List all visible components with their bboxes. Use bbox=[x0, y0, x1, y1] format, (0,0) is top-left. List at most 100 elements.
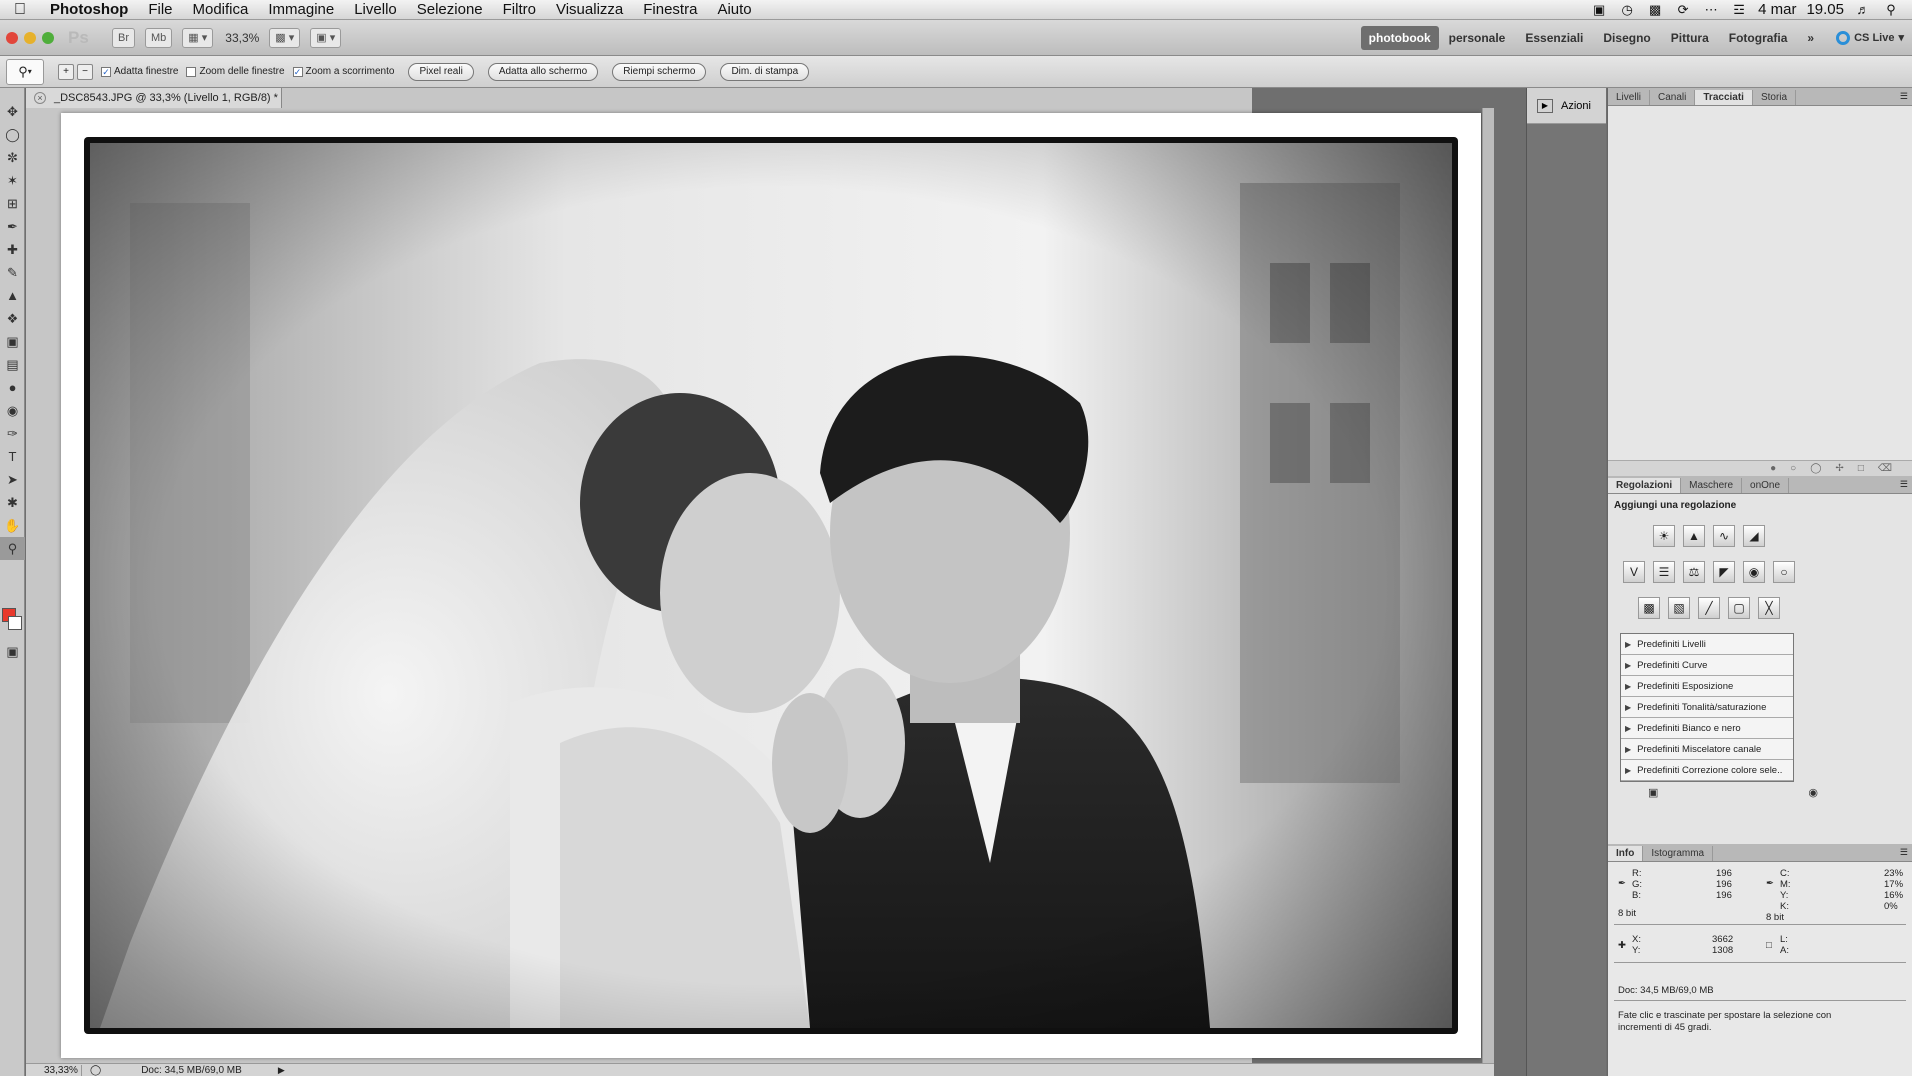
hue-saturation-icon[interactable]: ☰ bbox=[1653, 561, 1675, 583]
menu-modifica[interactable]: Modifica bbox=[183, 1, 259, 18]
trash-icon[interactable]: ⌫ bbox=[1878, 463, 1892, 474]
brightness-contrast-icon[interactable]: ☀ bbox=[1653, 525, 1675, 547]
gradient-tool-icon[interactable]: ▤ bbox=[0, 353, 25, 376]
tab-regolazioni[interactable]: Regolazioni bbox=[1608, 478, 1682, 493]
panel-menu-icon[interactable]: ☰ bbox=[1900, 847, 1908, 858]
posterize-icon[interactable]: ▧ bbox=[1668, 597, 1690, 619]
preset-correzione-colore[interactable]: ▶ Predefiniti Correzione colore sele.. bbox=[1621, 760, 1793, 781]
vertical-scrollbar[interactable] bbox=[1482, 108, 1494, 1063]
menu-aiuto[interactable]: Aiuto bbox=[707, 1, 761, 18]
preset-bianco-nero[interactable]: ▶ Predefiniti Bianco e nero bbox=[1621, 718, 1793, 739]
quick-mask-icon[interactable]: ▣ bbox=[0, 640, 25, 663]
levels-icon[interactable]: ▲ bbox=[1683, 525, 1705, 547]
brush-tool-icon[interactable]: ✎ bbox=[0, 261, 25, 284]
adatta-finestre-checkbox[interactable]: ✓ Adatta finestre bbox=[101, 66, 178, 77]
spotlight-icon[interactable]: ⚲ bbox=[1882, 2, 1900, 17]
zoom-window-button[interactable] bbox=[42, 31, 54, 44]
exposure-icon[interactable]: ◢ bbox=[1743, 525, 1765, 547]
apple-icon[interactable]:  bbox=[0, 1, 40, 19]
eyedropper-tool-icon[interactable]: ✒ bbox=[0, 215, 25, 238]
tab-maschere[interactable]: Maschere bbox=[1681, 478, 1743, 493]
menu-finestra[interactable]: Finestra bbox=[633, 1, 707, 18]
wifi-icon[interactable]: ☲ bbox=[1730, 2, 1748, 17]
time-machine-icon[interactable]: ◷ bbox=[1618, 2, 1636, 17]
eraser-tool-icon[interactable]: ▣ bbox=[0, 330, 25, 353]
menu-file[interactable]: File bbox=[138, 1, 182, 18]
channel-mixer-icon[interactable]: ○ bbox=[1773, 561, 1795, 583]
zoom-out-button[interactable]: − bbox=[77, 63, 93, 80]
workspace-personale[interactable]: personale bbox=[1439, 31, 1516, 45]
tab-istogramma[interactable]: Istogramma bbox=[1643, 846, 1714, 861]
photo-filter-icon[interactable]: ◉ bbox=[1743, 561, 1765, 583]
crop-tool-icon[interactable]: ⊞ bbox=[0, 192, 25, 215]
black-white-icon[interactable]: ◤ bbox=[1713, 561, 1735, 583]
tab-storia[interactable]: Storia bbox=[1753, 90, 1797, 105]
pixel-reali-button[interactable]: Pixel reali bbox=[408, 62, 474, 81]
bluetooth-icon[interactable]: ⋯ bbox=[1702, 2, 1720, 17]
tab-info[interactable]: Info bbox=[1608, 846, 1644, 861]
pen-tool-icon[interactable]: ✑ bbox=[0, 422, 25, 445]
tab-canali[interactable]: Canali bbox=[1650, 90, 1696, 105]
menu-immagine[interactable]: Immagine bbox=[258, 1, 344, 18]
load-selection-icon[interactable]: ◯ bbox=[1810, 463, 1821, 474]
menu-visualizza[interactable]: Visualizza bbox=[546, 1, 633, 18]
shape-tool-icon[interactable]: ✱ bbox=[0, 491, 25, 514]
menu-filtro[interactable]: Filtro bbox=[493, 1, 546, 18]
dodge-tool-icon[interactable]: ◉ bbox=[0, 399, 25, 422]
arrange-documents-button[interactable]: ▩ ▾ bbox=[269, 27, 301, 48]
wedding-photo[interactable] bbox=[90, 143, 1452, 1028]
workspace-disegno[interactable]: Disegno bbox=[1593, 31, 1660, 45]
status-zoom[interactable]: 33,33% bbox=[26, 1064, 82, 1076]
background-color-swatch[interactable] bbox=[8, 616, 22, 630]
color-balance-icon[interactable]: ⚖ bbox=[1683, 561, 1705, 583]
panel-menu-icon[interactable]: ☰ bbox=[1900, 91, 1908, 102]
workspace-essenziali[interactable]: Essenziali bbox=[1515, 31, 1593, 45]
clip-to-layer-icon[interactable]: ▣ bbox=[1648, 786, 1658, 802]
move-tool-icon[interactable]: ✥ bbox=[0, 100, 25, 123]
more-workspaces-button[interactable]: » bbox=[1797, 31, 1824, 45]
mini-bridge-button[interactable]: Mb bbox=[145, 27, 173, 48]
zoom-scorrimento-checkbox[interactable]: ✓ Zoom a scorrimento bbox=[292, 66, 394, 77]
eye-icon[interactable]: ◉ bbox=[1808, 786, 1818, 802]
panel-menu-icon[interactable]: ☰ bbox=[1900, 479, 1908, 490]
menu-app[interactable]: Photoshop bbox=[40, 1, 138, 18]
close-icon[interactable]: × bbox=[34, 92, 46, 104]
tab-onone[interactable]: onOne bbox=[1742, 478, 1790, 493]
marquee-tool-icon[interactable]: ◯ bbox=[0, 123, 25, 146]
cs-live-button[interactable]: CS Live ▾ bbox=[1836, 30, 1904, 45]
view-extras-button[interactable]: ▦ ▾ bbox=[182, 27, 214, 48]
close-window-button[interactable] bbox=[6, 31, 18, 44]
type-tool-icon[interactable]: T bbox=[0, 445, 25, 468]
menu-selezione[interactable]: Selezione bbox=[407, 1, 493, 18]
preset-curve[interactable]: ▶ Predefiniti Curve bbox=[1621, 655, 1793, 676]
curves-icon[interactable]: ∿ bbox=[1713, 525, 1735, 547]
quick-selection-tool-icon[interactable]: ✶ bbox=[0, 169, 25, 192]
history-brush-tool-icon[interactable]: ❖ bbox=[0, 307, 25, 330]
screen-mode-button[interactable]: ▣ ▾ bbox=[310, 27, 342, 48]
clone-stamp-tool-icon[interactable]: ▲ bbox=[0, 284, 25, 307]
document-tab[interactable]: × _DSC8543.JPG @ 33,3% (Livello 1, RGB/8… bbox=[26, 88, 282, 108]
dim-stampa-button[interactable]: Dim. di stampa bbox=[720, 62, 810, 81]
preset-tonalita[interactable]: ▶ Predefiniti Tonalità/saturazione bbox=[1621, 697, 1793, 718]
selective-color-icon[interactable]: ╳ bbox=[1758, 597, 1780, 619]
zoom-level-dropdown[interactable]: 33,3% bbox=[225, 31, 259, 45]
gradient-map-icon[interactable]: ▢ bbox=[1728, 597, 1750, 619]
tab-livelli[interactable]: Livelli bbox=[1608, 90, 1651, 105]
new-path-icon[interactable]: □ bbox=[1858, 463, 1864, 474]
make-path-icon[interactable]: ✢ bbox=[1835, 463, 1843, 474]
tab-tracciati[interactable]: Tracciati bbox=[1695, 90, 1753, 105]
zoom-tool-icon[interactable]: ⚲ bbox=[0, 537, 25, 560]
status-app-icon[interactable]: ▣ bbox=[1590, 2, 1608, 17]
blur-tool-icon[interactable]: ● bbox=[0, 376, 25, 399]
riempi-schermo-button[interactable]: Riempi schermo bbox=[612, 62, 707, 81]
preset-esposizione[interactable]: ▶ Predefiniti Esposizione bbox=[1621, 676, 1793, 697]
zoom-finestre-checkbox[interactable]: Zoom delle finestre bbox=[186, 66, 285, 77]
preset-livelli[interactable]: ▶ Predefiniti Livelli bbox=[1621, 634, 1793, 655]
actions-panel-button[interactable]: ▶ Azioni bbox=[1527, 88, 1606, 124]
path-selection-tool-icon[interactable]: ➤ bbox=[0, 468, 25, 491]
menubar-time[interactable]: 19.05 bbox=[1806, 1, 1844, 18]
display-icon[interactable]: ▩ bbox=[1646, 2, 1664, 17]
lasso-tool-icon[interactable]: ✼ bbox=[0, 146, 25, 169]
sync-icon[interactable]: ⟳ bbox=[1674, 2, 1692, 17]
menubar-date[interactable]: 4 mar bbox=[1758, 1, 1796, 18]
